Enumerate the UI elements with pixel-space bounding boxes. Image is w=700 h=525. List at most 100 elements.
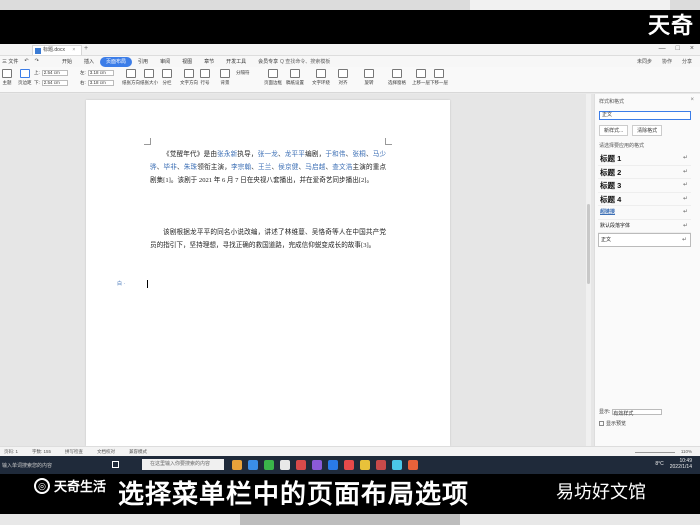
draft-paper-button[interactable]: 稿纸设置 — [286, 69, 304, 86]
style-item[interactable]: 默认段落字体 ↵ — [598, 220, 691, 233]
paragraph-2[interactable]: 该剧根据龙平平的同名小说改编，讲述了林维蔓、吴恪奇等人在中国共产党员的指引下，坚… — [150, 226, 386, 252]
background-icon — [220, 69, 230, 78]
hyperlink-text[interactable]: 龙平平 — [285, 151, 305, 158]
clock[interactable]: 10:49 2022/1/14 — [670, 458, 692, 470]
style-item[interactable]: 标题 1 ↵ — [598, 152, 691, 166]
select-pane-button[interactable]: 选择窗格 — [388, 69, 406, 86]
style-item[interactable]: 标题 2 ↵ — [598, 166, 691, 179]
current-style-select[interactable]: 正文 — [599, 111, 691, 120]
taskbar-app-icon[interactable] — [264, 460, 274, 470]
menu-tab[interactable]: 插入 — [78, 57, 100, 67]
columns-button[interactable]: 分栏 — [162, 69, 172, 86]
taskbar-app-icon[interactable] — [376, 460, 386, 470]
menu-tab[interactable]: 审阅 — [154, 57, 176, 67]
command-search[interactable]: Q 查找命令、搜索模板 — [280, 58, 330, 65]
taskbar-app-icon[interactable] — [408, 460, 418, 470]
taskbar-app-icon[interactable] — [232, 460, 242, 470]
document-tab[interactable]: 标题.docx × — [32, 45, 83, 55]
zoom-slider[interactable] — [634, 452, 675, 453]
start-icon[interactable] — [112, 461, 119, 468]
margin-left-field[interactable]: 左: 3.18 cm — [80, 70, 114, 76]
taskbar-app-icon[interactable] — [360, 460, 370, 470]
close-button[interactable]: × — [690, 45, 694, 52]
show-filter[interactable]: 显示: 有效样式 — [599, 408, 663, 417]
align-button[interactable]: 对齐 — [338, 69, 348, 86]
line-number-button[interactable]: 行号 — [200, 69, 210, 86]
margin-top-field[interactable]: 上: 2.54 cm — [34, 70, 68, 76]
hyperlink-text[interactable]: 王兰 — [258, 164, 272, 171]
paragraph-1[interactable]: 《觉醒年代》是由张永新执导，张一龙、龙平平编剧，于和伟、张桐、马少骅、毕非、朱珠… — [150, 148, 386, 187]
separator-dropdown[interactable]: 分隔符 — [236, 70, 250, 76]
status-item[interactable]: 文档校对 — [97, 449, 115, 455]
taskbar-app-icon[interactable] — [248, 460, 258, 470]
tab-close-icon[interactable]: × — [72, 47, 75, 53]
style-item[interactable]: 正文 ↵ — [598, 233, 691, 247]
hyperlink-text[interactable]: 马启越 — [305, 164, 325, 171]
text-direction-button[interactable]: 文字方向 — [180, 69, 198, 86]
taskbar-app-icon[interactable] — [328, 460, 338, 470]
share-button[interactable]: 分享 — [682, 58, 692, 65]
undo-icon[interactable]: ↶ — [24, 58, 28, 65]
return-icon: ↵ — [682, 182, 688, 188]
panel-close-icon[interactable]: × — [690, 97, 694, 103]
status-item[interactable]: 拼写检查 — [65, 449, 83, 455]
new-tab-button[interactable]: + — [84, 45, 88, 52]
down-layer-button[interactable]: 下移一层 — [430, 69, 448, 86]
menu-tab[interactable]: 章节 — [198, 57, 220, 67]
menu-tab[interactable]: 开始 — [56, 57, 78, 67]
taskbar-app-icon[interactable] — [344, 460, 354, 470]
wrap-button[interactable]: 文字环绕 — [312, 69, 330, 86]
orientation-button[interactable]: 纸张方向 — [122, 69, 140, 86]
text-direction-icon — [184, 69, 194, 78]
weather-readout[interactable]: 8°C — [655, 461, 663, 467]
collaborate-button[interactable]: 协作 — [662, 58, 672, 65]
status-item[interactable]: 字数: 155 — [32, 449, 51, 455]
taskbar-app-icon[interactable] — [296, 460, 306, 470]
up-layer-button[interactable]: 上移一层 — [412, 69, 430, 86]
style-item[interactable]: 标题 4 ↵ — [598, 193, 691, 206]
taskbar-app-icon[interactable] — [312, 460, 322, 470]
page-border-button[interactable]: 页面边框 — [264, 69, 282, 86]
hyperlink-text[interactable]: 于和伟 — [325, 151, 345, 158]
hyperlink-text[interactable]: 张桐 — [352, 151, 366, 158]
zoom-level[interactable]: 110% — [681, 449, 692, 454]
menu-tab[interactable]: 视图 — [176, 57, 198, 67]
hyperlink-text[interactable]: 侯京健 — [278, 164, 298, 171]
new-style-button[interactable]: 新样式... — [599, 125, 629, 136]
vertical-scrollbar[interactable] — [586, 94, 591, 446]
hyperlink-text[interactable]: 毕非 — [164, 164, 178, 171]
margin-bottom-field[interactable]: 下: 2.54 cm — [34, 80, 68, 86]
sync-status[interactable]: 未同步 — [637, 58, 652, 65]
menu-tab[interactable]: 页面布局 — [100, 57, 133, 67]
hyperlink-text[interactable]: 查文浩 — [332, 164, 352, 171]
clear-format-button[interactable]: 清除格式 — [632, 125, 663, 136]
status-item[interactable]: 兼容模式 — [129, 449, 147, 455]
hyperlink-text[interactable]: 张永新 — [217, 151, 237, 158]
minimize-button[interactable]: — — [659, 45, 666, 52]
margin-right-field[interactable]: 右: 3.18 cm — [80, 80, 114, 86]
style-item[interactable]: 超链接 ↵ — [598, 206, 691, 220]
redo-icon[interactable]: ↷ — [35, 58, 39, 65]
rotate-button[interactable]: 旋转 — [364, 69, 374, 86]
file-menu[interactable]: 三 文件 — [2, 58, 18, 65]
style-item[interactable]: 标题 3 ↵ — [598, 179, 691, 193]
checkbox-icon[interactable] — [599, 421, 604, 427]
theme-button[interactable]: 主题 — [2, 69, 12, 86]
taskbar-app-icon[interactable] — [392, 460, 402, 470]
show-preview-toggle[interactable]: 显示预览 — [599, 420, 626, 427]
document-page[interactable]: 《觉醒年代》是由张永新执导，张一龙、龙平平编剧，于和伟、张桐、马少骅、毕非、朱珠… — [86, 100, 450, 446]
maximize-button[interactable]: □ — [676, 45, 680, 52]
theme-icon — [2, 69, 12, 78]
hyperlink-text[interactable]: 张一龙 — [258, 151, 278, 158]
styles-panel-title: 样式和格式 — [599, 99, 625, 105]
background-button[interactable]: 背景 — [220, 69, 230, 86]
taskbar-search[interactable]: 在这里输入你要搜索的内容 — [142, 459, 224, 470]
margins-button[interactable]: 页边距 — [18, 69, 32, 86]
taskbar-app-icon[interactable] — [280, 460, 290, 470]
menu-tab[interactable]: 开发工具 — [220, 57, 252, 67]
status-item[interactable]: 页码: 1 — [4, 449, 18, 455]
menu-tab[interactable]: 引用 — [132, 57, 154, 67]
hyperlink-text[interactable]: 朱珠 — [184, 164, 198, 171]
hyperlink-text[interactable]: 李宗翰 — [231, 164, 251, 171]
size-button[interactable]: 纸张大小 — [140, 69, 158, 86]
